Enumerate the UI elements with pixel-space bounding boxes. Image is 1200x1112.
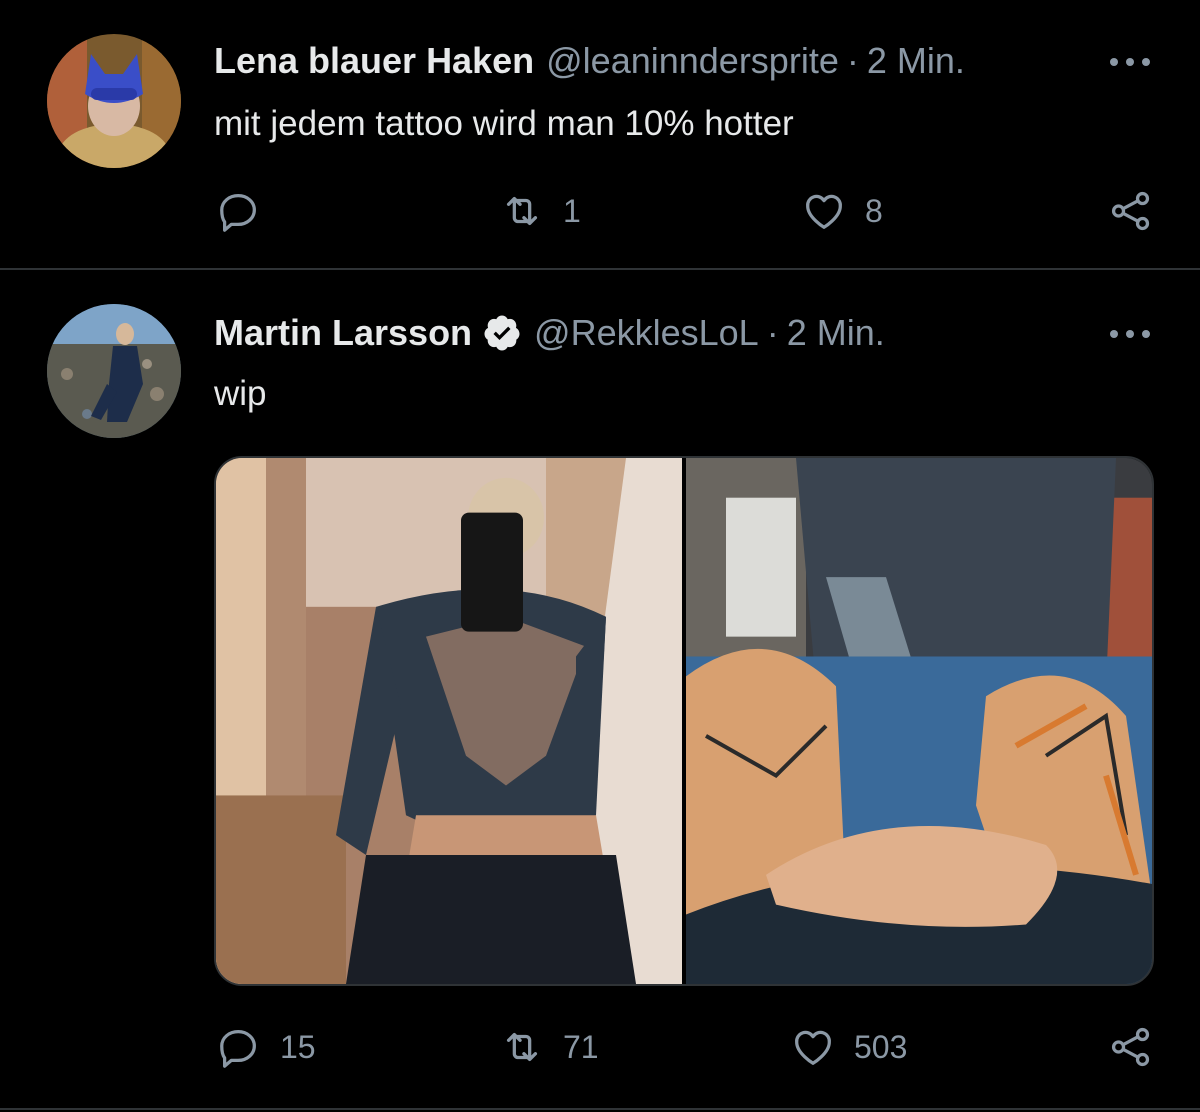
dot-icon <box>1126 58 1134 66</box>
retweet-button[interactable]: 1 <box>499 188 581 234</box>
dot-icon <box>1110 58 1118 66</box>
reply-button[interactable]: 15 <box>216 1024 316 1070</box>
avatar[interactable] <box>47 34 181 168</box>
tweet[interactable]: Lena blauer Haken @leaninndersprite · 2 … <box>0 0 1200 270</box>
tweet[interactable]: Martin Larsson @RekklesLoL · 2 Min. wip <box>0 272 1200 1108</box>
heart-icon <box>795 1030 831 1065</box>
user-handle[interactable]: @leaninndersprite <box>546 40 839 82</box>
like-button[interactable]: 503 <box>790 1024 907 1070</box>
reply-icon <box>220 1030 256 1068</box>
heart-icon <box>806 194 842 229</box>
display-name[interactable]: Martin Larsson <box>214 312 472 354</box>
like-count: 8 <box>865 192 883 229</box>
avatar-image <box>47 304 181 438</box>
retweet-icon <box>506 1032 538 1062</box>
share-button[interactable] <box>1108 1024 1154 1070</box>
tweet-divider <box>0 1108 1200 1110</box>
timestamp[interactable]: 2 Min. <box>867 40 965 82</box>
share-button[interactable] <box>1108 188 1154 234</box>
verified-badge-icon <box>484 315 520 351</box>
dot-icon <box>1142 330 1150 338</box>
user-handle[interactable]: @RekklesLoL <box>534 312 759 354</box>
retweet-count: 71 <box>563 1028 599 1065</box>
like-count: 503 <box>854 1028 908 1065</box>
like-button[interactable]: 8 <box>801 188 883 234</box>
tweet-text: wip <box>214 374 267 413</box>
avatar-image <box>47 34 181 168</box>
tweet-media[interactable] <box>214 456 1154 986</box>
dot-icon <box>1142 58 1150 66</box>
share-icon <box>1111 191 1150 231</box>
mirror-selfie-image <box>216 458 682 984</box>
display-name[interactable]: Lena blauer Haken <box>214 40 534 82</box>
dot-icon <box>1110 330 1118 338</box>
dot-icon <box>1126 330 1134 338</box>
media-image-legs[interactable] <box>686 458 1152 984</box>
reply-count: 15 <box>280 1028 316 1065</box>
reply-icon <box>220 194 256 232</box>
retweet-button[interactable]: 71 <box>499 1024 599 1070</box>
separator: · <box>766 312 779 353</box>
tweet-divider <box>0 268 1200 270</box>
avatar[interactable] <box>47 304 181 438</box>
retweet-count: 1 <box>563 192 581 229</box>
more-options-button[interactable] <box>1110 314 1150 354</box>
separator: · <box>846 40 859 81</box>
leg-tattoo-image <box>686 458 1152 984</box>
tweet-text: mit jedem tattoo wird man 10% hotter <box>214 104 794 143</box>
media-image-selfie[interactable] <box>216 458 682 984</box>
retweet-icon <box>506 196 538 226</box>
share-icon <box>1111 1027 1150 1067</box>
timestamp[interactable]: 2 Min. <box>787 312 885 354</box>
reply-button[interactable] <box>216 188 280 234</box>
more-options-button[interactable] <box>1110 42 1150 82</box>
